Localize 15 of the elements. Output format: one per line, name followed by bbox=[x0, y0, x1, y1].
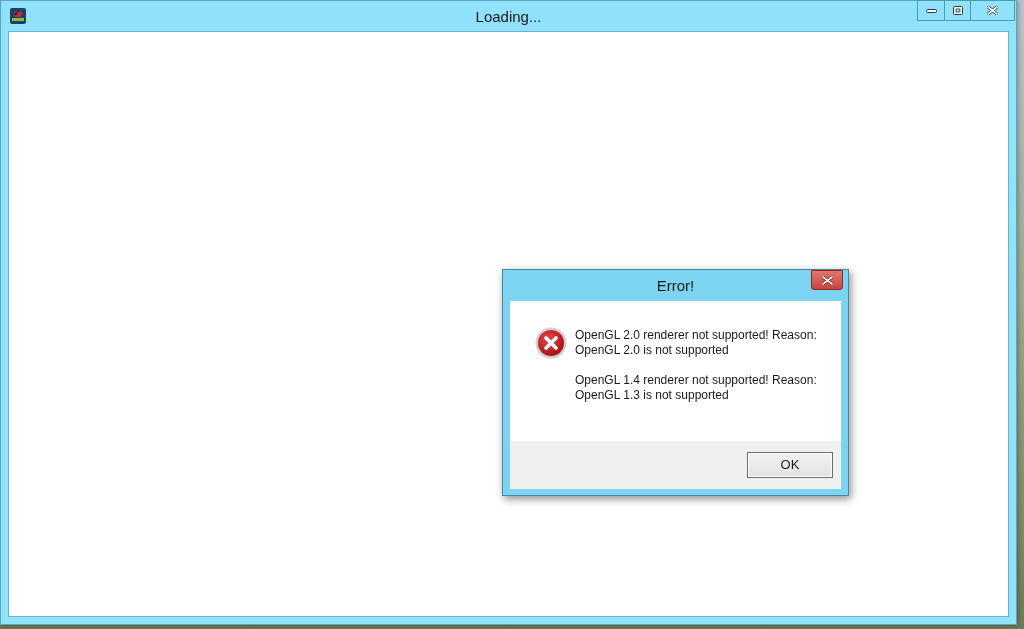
maximize-button[interactable] bbox=[944, 0, 970, 21]
minimize-button[interactable] bbox=[917, 0, 944, 21]
app-icon bbox=[10, 8, 26, 24]
close-icon bbox=[821, 275, 833, 285]
close-button[interactable] bbox=[970, 0, 1015, 21]
window-title: Loading... bbox=[475, 8, 542, 24]
minimize-icon bbox=[925, 8, 937, 13]
error-icon bbox=[535, 327, 567, 359]
close-button[interactable] bbox=[811, 270, 843, 290]
maximize-icon bbox=[952, 6, 963, 15]
ok-button[interactable]: OK bbox=[747, 452, 833, 478]
dialog-title: Error! bbox=[656, 278, 695, 293]
error-message: OpenGL 1.4 renderer not supported! Reason: OpenGL 1.3 is not supported bbox=[575, 373, 817, 403]
close-icon bbox=[987, 6, 998, 15]
error-message: OpenGL 2.0 renderer not supported! Reason: OpenGL 2.0 is not supported bbox=[575, 328, 817, 358]
